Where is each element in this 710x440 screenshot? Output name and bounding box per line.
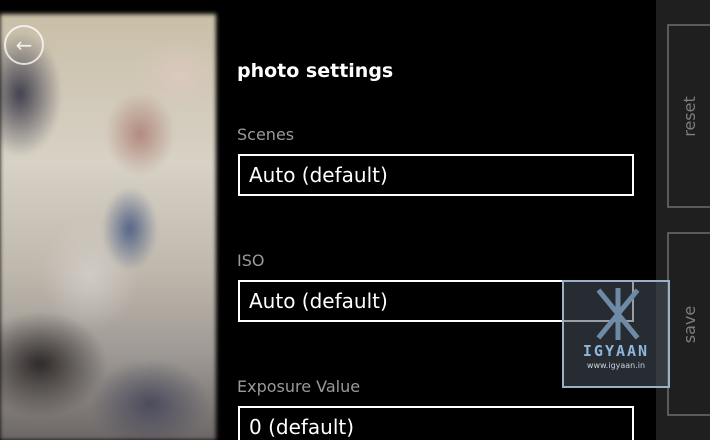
exposure-label: Exposure Value <box>237 377 361 396</box>
save-label: save <box>679 305 699 343</box>
camera-viewfinder <box>0 14 216 440</box>
scenes-value: Auto (default) <box>249 163 388 187</box>
scenes-select[interactable]: Auto (default) <box>238 154 634 196</box>
exposure-select[interactable]: 0 (default) <box>238 406 634 440</box>
iso-value: Auto (default) <box>249 289 388 313</box>
back-arrow-icon: ← <box>15 33 33 57</box>
iso-label: ISO <box>237 251 265 270</box>
back-button[interactable]: ← <box>4 25 44 65</box>
watermark: IGYAAN www.igyaan.in <box>562 280 670 388</box>
logo-mark-icon <box>596 288 640 340</box>
watermark-url: www.igyaan.in <box>586 361 646 370</box>
watermark-logo-text: IGYAAN <box>582 342 650 360</box>
reset-label: reset <box>680 95 699 137</box>
scenes-label: Scenes <box>237 125 295 144</box>
save-button[interactable]: save <box>667 232 710 416</box>
page-title: photo settings <box>237 60 394 82</box>
exposure-value: 0 (default) <box>249 415 355 439</box>
reset-button[interactable]: reset <box>667 24 710 208</box>
